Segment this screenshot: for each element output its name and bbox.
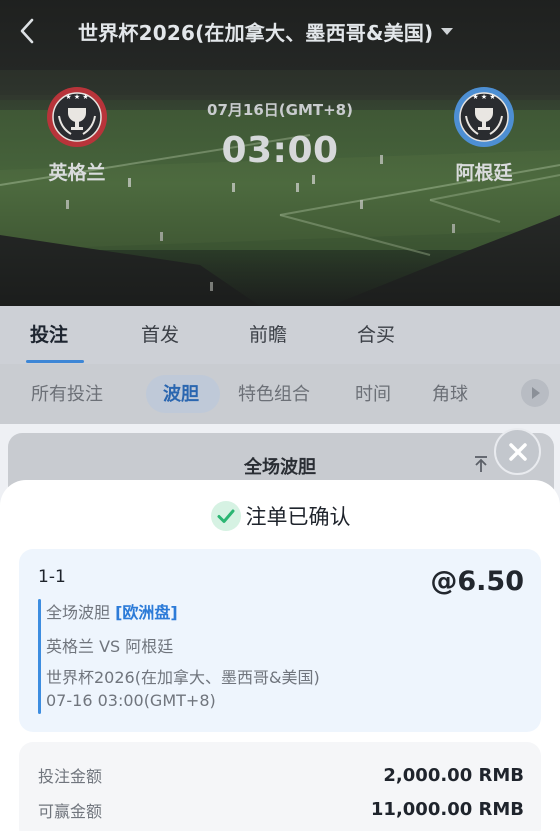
active-tab-indicator [26, 360, 84, 363]
market-filter-tabs: 所有投注 波胆 特色组合 时间 角球 [0, 364, 560, 424]
confirmation-header: 注单已确认 [0, 500, 560, 532]
bet-matchup: 英格兰 VS 阿根廷 [46, 637, 174, 656]
stake-label: 投注金额 [38, 767, 103, 786]
back-button[interactable] [10, 12, 44, 50]
bet-selection: 1-1 [38, 567, 66, 587]
bet-market: 全场波胆 [46, 603, 111, 622]
bet-kickoff: 07-16 03:00(GMT+8) [46, 691, 216, 710]
main-tabs: 投注 首发 前瞻 合买 [0, 306, 560, 364]
away-team-name: 阿根廷 [455, 162, 513, 184]
bet-league: 世界杯2026(在加拿大、墨西哥&美国) [46, 668, 320, 687]
potential-win-label: 可赢金额 [38, 802, 103, 821]
tab-preview[interactable]: 前瞻 [249, 320, 287, 347]
odds-type-tag: [欧洲盘] [115, 603, 178, 622]
top-bar: 世界杯2026(在加拿大、墨西哥&美国) [0, 0, 560, 62]
close-sheet-button[interactable] [494, 428, 541, 475]
svg-text:★ ★ ★: ★ ★ ★ [472, 93, 495, 101]
subtab-special-combo[interactable]: 特色组合 [238, 380, 310, 406]
subtab-corners[interactable]: 角球 [432, 380, 468, 406]
play-right-icon [532, 387, 540, 399]
check-circle-icon [210, 501, 241, 531]
collapse-top-icon[interactable] [473, 455, 489, 473]
match-header: 世界杯2026(在加拿大、墨西哥&美国) ★ ★ ★ 英格兰 07月16日(GM… [0, 0, 560, 306]
tab-group-buy[interactable]: 合买 [357, 320, 395, 347]
away-team: ★ ★ ★ 阿根廷 [434, 86, 534, 185]
league-title: 世界杯2026(在加拿大、墨西哥&美国) [78, 20, 434, 45]
chevron-left-icon [20, 18, 34, 44]
potential-win-value: 11,000.00 RMB [370, 799, 524, 820]
stake-value: 2,000.00 RMB [383, 765, 524, 786]
subtab-all-bets[interactable]: 所有投注 [31, 380, 103, 406]
argentina-crest-icon: ★ ★ ★ [454, 87, 514, 147]
tab-bet[interactable]: 投注 [30, 320, 68, 347]
detail-accent-bar [38, 599, 41, 714]
tab-lineup[interactable]: 首发 [141, 320, 179, 347]
subtab-time[interactable]: 时间 [355, 380, 391, 406]
subtab-correct-score[interactable]: 波胆 [163, 380, 199, 406]
bet-odds: @6.50 [430, 566, 524, 597]
bet-market-line: 全场波胆 [欧洲盘] [46, 599, 178, 623]
caret-down-icon [441, 28, 454, 35]
confirmation-title: 注单已确认 [245, 505, 351, 529]
close-icon [508, 442, 527, 461]
league-selector[interactable]: 世界杯2026(在加拿大、墨西哥&美国) [78, 15, 454, 47]
more-tabs-button[interactable] [521, 379, 549, 407]
